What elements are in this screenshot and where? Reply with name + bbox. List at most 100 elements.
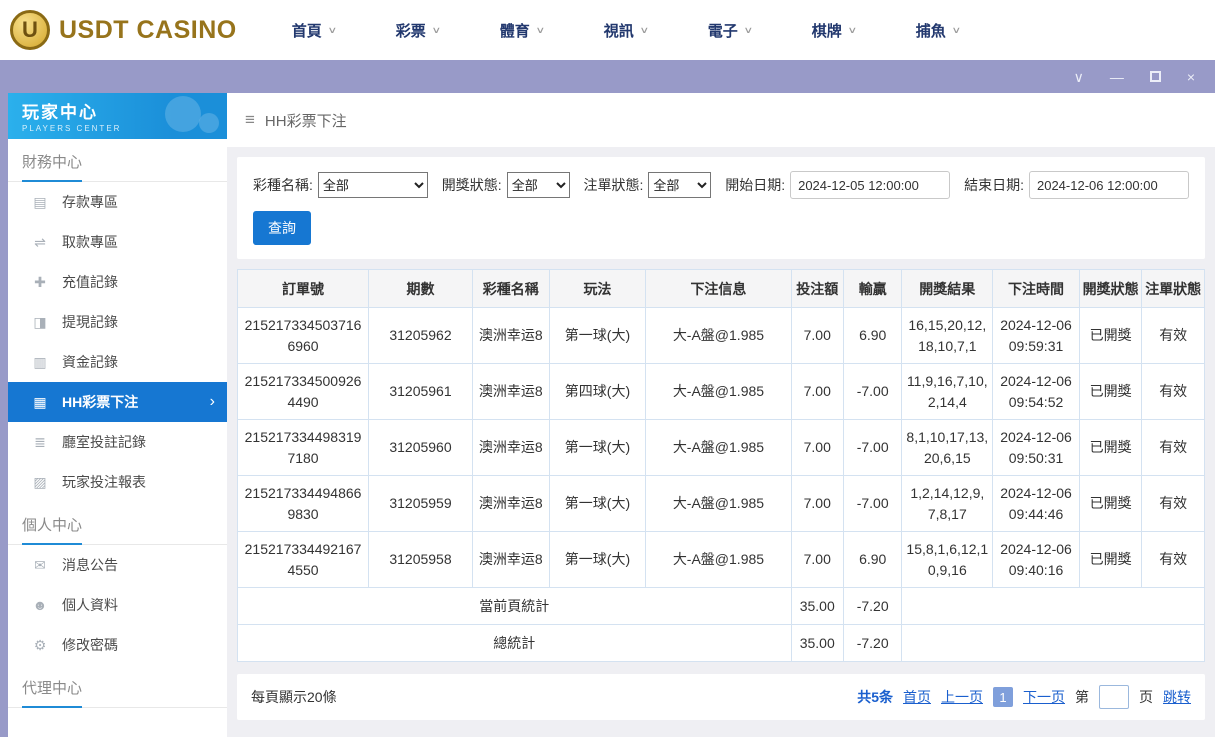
sidebar-item-label: 玩家投注報表 xyxy=(62,474,146,490)
cell-play: 第一球(大) xyxy=(548,531,647,588)
window-minimize-button[interactable]: — xyxy=(1110,70,1124,84)
sidebar-item-change-password[interactable]: ⚙ 修改密碼 xyxy=(8,625,227,665)
end-date-label: 結束日期: xyxy=(964,177,1024,193)
column-header-order-status: 注單狀態 xyxy=(1141,269,1205,308)
cell-draw-status: 已開獎 xyxy=(1078,307,1143,364)
nav-item-live-video[interactable]: 視訊 ∨ xyxy=(604,20,708,41)
table-row: 2152173345037166960 31205962 澳洲幸运8 第一球(大) 大-… xyxy=(236,307,1205,364)
column-header-win-loss: 輸贏 xyxy=(842,269,903,308)
cell-draw-status: 已開獎 xyxy=(1078,363,1143,420)
sidebar-sections: 財務中心 ▤ 存款專區 ⇌ 取款專區 ✚ 充值記錄 ◨ 提現記錄 ▥ 資金記錄 ▦ HH彩票下注 › ≣ 廳室… xyxy=(8,139,227,708)
window-collapse-icon[interactable]: ∨ xyxy=(1074,70,1084,84)
page-links: 共5条 首页 上一页 1 下一页 第 页 跳转 xyxy=(857,685,1191,709)
query-button[interactable]: 查詢 xyxy=(253,211,311,245)
logo: U USDT CASINO xyxy=(10,10,237,50)
sidebar-item-withdrawal-records[interactable]: ◨ 提現記錄 xyxy=(8,302,227,342)
start-date-label: 開始日期: xyxy=(725,177,786,193)
next-page-link[interactable]: 下一页 xyxy=(1023,687,1065,707)
column-header-lottery-name: 彩種名稱 xyxy=(471,269,550,308)
section-header-agent-center: 代理中心 xyxy=(8,665,227,708)
nav-item-chess-cards[interactable]: 棋牌 ∨ xyxy=(812,20,916,41)
cell-bet-time: 2024-12-06 09:54:52 xyxy=(992,363,1080,420)
section-header-finance-center: 財務中心 xyxy=(8,139,227,182)
cell-bet-info: 大-A盤@1.985 xyxy=(645,531,792,588)
cell-play: 第一球(大) xyxy=(548,419,647,476)
nav-item-slots[interactable]: 電子 ∨ xyxy=(708,20,812,41)
column-header-play: 玩法 xyxy=(548,269,647,308)
current-page[interactable]: 1 xyxy=(993,687,1013,707)
cell-lottery-name: 澳洲幸运8 xyxy=(471,363,550,420)
recharge-icon: ✚ xyxy=(34,273,46,290)
column-header-order-no: 訂單號 xyxy=(236,269,370,308)
sidebar-item-label: 消息公告 xyxy=(62,557,118,573)
sidebar-item-label: 修改密碼 xyxy=(62,637,118,653)
sidebar-item-hall-bet-records[interactable]: ≣ 廳室投註記錄 xyxy=(8,422,227,462)
lottery-bet-icon: ▦ xyxy=(33,393,47,410)
cell-bet-amount: 7.00 xyxy=(790,475,844,532)
pagination-bar: 每頁顯示20條 共5条 首页 上一页 1 下一页 第 页 跳转 xyxy=(237,674,1205,720)
bell-icon: ✉ xyxy=(34,556,46,573)
start-date-input[interactable] xyxy=(790,171,951,199)
funds-icon: ▥ xyxy=(33,353,47,370)
cell-bet-time: 2024-12-06 09:40:16 xyxy=(992,531,1080,588)
per-page-label: 每頁顯示20條 xyxy=(251,689,337,705)
cell-lottery-name: 澳洲幸运8 xyxy=(471,475,550,532)
page-word: 第 xyxy=(1075,689,1089,705)
jump-link[interactable]: 跳转 xyxy=(1163,687,1191,707)
draw-status-filter-label: 開獎狀態: xyxy=(441,177,502,193)
prev-page-link[interactable]: 上一页 xyxy=(941,687,983,707)
sidebar-header: 玩家中心 PLAYERS CENTER xyxy=(8,93,227,139)
window-close-button[interactable]: × xyxy=(1187,70,1195,84)
nav-item-fishing[interactable]: 捕魚 ∨ xyxy=(916,20,1020,41)
sidebar-item-label: 提現記錄 xyxy=(62,314,118,330)
sidebar-item-profile[interactable]: ☻ 個人資料 xyxy=(8,585,227,625)
chevron-down-icon: ∨ xyxy=(639,24,649,35)
sidebar: 玩家中心 PLAYERS CENTER 財務中心 ▤ 存款專區 ⇌ 取款專區 ✚ 充值記錄 ◨… xyxy=(8,93,227,737)
sidebar-subtitle: PLAYERS CENTER xyxy=(22,124,122,133)
sidebar-item-label: 個人資料 xyxy=(62,597,118,613)
user-icon: ☻ xyxy=(32,597,48,613)
table-row: 2152173344948669830 31205959 澳洲幸运8 第一球(大) 大-… xyxy=(236,475,1205,532)
grand-total-bet-amount: 35.00 xyxy=(790,624,844,662)
sidebar-section-personal-center: 個人中心 ✉ 消息公告 ☻ 個人資料 ⚙ 修改密碼 xyxy=(8,502,227,665)
cell-issue: 31205961 xyxy=(368,363,473,420)
nav-item-home[interactable]: 首頁 ∨ xyxy=(292,20,396,41)
sidebar-item-recharge-records[interactable]: ✚ 充值記錄 xyxy=(8,262,227,302)
cell-win-loss: 6.90 xyxy=(842,531,903,588)
cell-draw-result: 15,8,1,6,12,10,9,16 xyxy=(901,531,994,588)
withdraw-icon: ⇌ xyxy=(34,233,46,250)
cell-bet-info: 大-A盤@1.985 xyxy=(645,307,792,364)
sidebar-item-withdraw-area[interactable]: ⇌ 取款專區 xyxy=(8,222,227,262)
cell-bet-time: 2024-12-06 09:44:46 xyxy=(992,475,1080,532)
cell-win-loss: -7.00 xyxy=(842,475,903,532)
cell-order-no: 2152173344983197180 xyxy=(236,419,370,476)
draw-status-select[interactable]: 全部 xyxy=(506,172,570,198)
nav-item-label: 首頁 xyxy=(291,22,322,40)
sidebar-item-announcements[interactable]: ✉ 消息公告 xyxy=(8,545,227,585)
page-title: HH彩票下注 xyxy=(264,112,347,130)
cell-bet-amount: 7.00 xyxy=(790,363,844,420)
cell-issue: 31205958 xyxy=(368,531,473,588)
order-status-select[interactable]: 全部 xyxy=(648,172,712,198)
lottery-select[interactable]: 全部 xyxy=(317,172,428,198)
sidebar-item-player-bet-report[interactable]: ▨ 玩家投注報表 xyxy=(8,462,227,502)
end-date-input[interactable] xyxy=(1028,171,1189,199)
page-number-input[interactable] xyxy=(1099,685,1129,709)
cell-lottery-name: 澳洲幸运8 xyxy=(471,531,550,588)
first-page-link[interactable]: 首页 xyxy=(903,687,931,707)
window-maximize-button[interactable] xyxy=(1149,71,1161,82)
sidebar-item-label: 存款專區 xyxy=(62,194,118,210)
sidebar-item-hh-lottery-bets[interactable]: ▦ HH彩票下注 › xyxy=(8,382,227,422)
sidebar-item-funds-records[interactable]: ▥ 資金記錄 xyxy=(8,342,227,382)
nav-item-sports[interactable]: 體育 ∨ xyxy=(500,20,604,41)
grand-total-win-loss: -7.20 xyxy=(842,624,903,662)
sidebar-item-deposit-area[interactable]: ▤ 存款專區 xyxy=(8,182,227,222)
sidebar-item-label: HH彩票下注 xyxy=(62,394,139,410)
nav-item-lottery[interactable]: 彩票 ∨ xyxy=(396,20,500,41)
hall-records-icon: ≣ xyxy=(34,433,46,450)
section-header-personal-center: 個人中心 xyxy=(8,502,227,545)
cell-bet-time: 2024-12-06 09:59:31 xyxy=(992,307,1080,364)
column-header-draw-status: 開獎狀態 xyxy=(1078,269,1143,308)
menu-icon[interactable]: ≡ xyxy=(245,110,255,130)
bets-table-panel: 訂單號 期數 彩種名稱 玩法 下注信息 投注額 輸贏 開獎結果 下注時間 開獎狀態 注單狀態 215… xyxy=(236,269,1205,662)
